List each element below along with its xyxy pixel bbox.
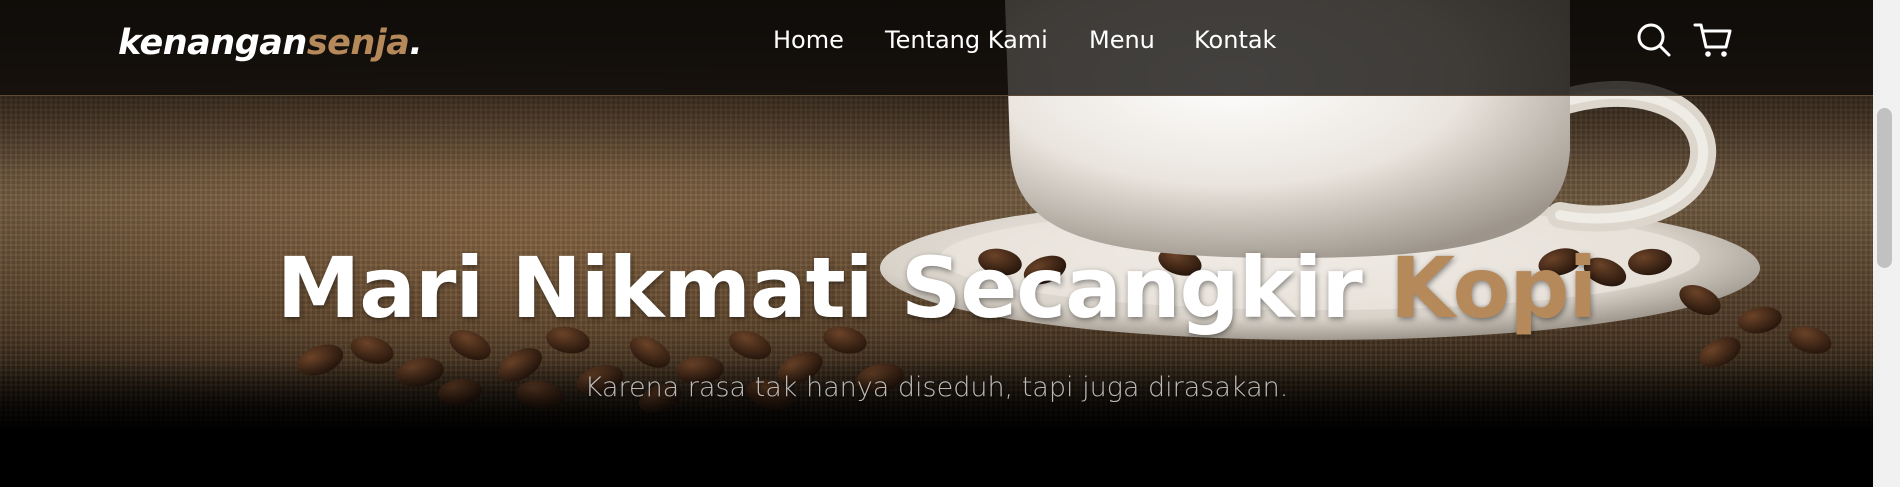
nav-link-tentang-kami[interactable]: Tentang Kami — [885, 22, 1048, 58]
navbar: kenangansenja. Home Tentang Kami Menu Ko… — [0, 0, 1873, 96]
logo-accent: senja — [306, 23, 410, 63]
scrollbar-thumb[interactable] — [1877, 108, 1892, 268]
hero-title-main: Mari Nikmati Secangkir — [276, 239, 1363, 337]
cart-icon[interactable] — [1692, 20, 1734, 60]
logo[interactable]: kenangansenja. — [118, 18, 423, 68]
page: Mari Nikmati Secangkir Kopi Karena rasa … — [0, 0, 1900, 487]
nav-link-home[interactable]: Home — [773, 22, 844, 58]
search-icon[interactable] — [1634, 20, 1674, 60]
logo-main: kenangan — [118, 23, 307, 63]
nav-link-kontak[interactable]: Kontak — [1194, 22, 1276, 58]
hero-title: Mari Nikmati Secangkir Kopi — [0, 238, 1873, 338]
hero-subtitle: Karena rasa tak hanya diseduh, tapi juga… — [584, 372, 1289, 403]
logo-dot: . — [409, 23, 423, 63]
hero-title-accent: Kopi — [1390, 239, 1597, 337]
nav-link-menu[interactable]: Menu — [1089, 22, 1155, 58]
